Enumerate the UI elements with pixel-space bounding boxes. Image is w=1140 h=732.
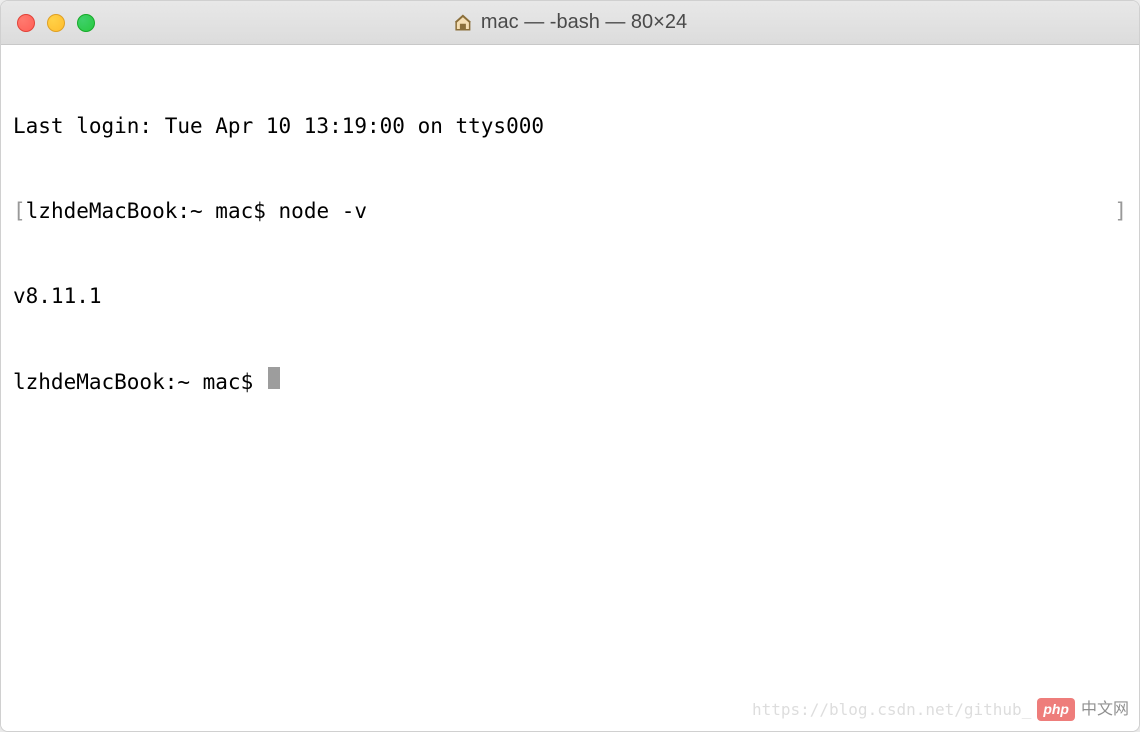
minimize-button[interactable] [47, 14, 65, 32]
cursor [268, 367, 280, 389]
terminal-line: Last login: Tue Apr 10 13:19:00 on ttys0… [13, 112, 1127, 140]
php-badge-icon: php [1037, 698, 1075, 721]
terminal-line: [lzhdeMacBook:~ mac$ node -v] [13, 197, 1127, 225]
window-title-area: mac — -bash — 80×24 [453, 11, 687, 34]
terminal-body[interactable]: Last login: Tue Apr 10 13:19:00 on ttys0… [1, 45, 1139, 731]
watermark: https://blog.csdn.net/github_ php 中文网 [752, 698, 1129, 721]
terminal-line: lzhdeMacBook:~ mac$ [13, 367, 1127, 396]
window-title: mac — -bash — 80×24 [481, 11, 687, 34]
output-text: v8.11.1 [13, 282, 102, 310]
traffic-lights [1, 14, 95, 32]
prompt-text: lzhdeMacBook:~ mac$ [26, 197, 279, 225]
titlebar[interactable]: mac — -bash — 80×24 [1, 1, 1139, 45]
terminal-line: v8.11.1 [13, 282, 1127, 310]
watermark-url: https://blog.csdn.net/github_ [752, 699, 1031, 721]
bracket-left: [ [13, 197, 26, 225]
terminal-window: mac — -bash — 80×24 Last login: Tue Apr … [0, 0, 1140, 732]
close-button[interactable] [17, 14, 35, 32]
watermark-cn: 中文网 [1081, 699, 1129, 721]
prompt-text: lzhdeMacBook:~ mac$ [13, 368, 266, 396]
bracket-right: ] [1114, 197, 1127, 225]
last-login-text: Last login: Tue Apr 10 13:19:00 on ttys0… [13, 112, 544, 140]
command-text: node -v [279, 197, 368, 225]
maximize-button[interactable] [77, 14, 95, 32]
home-icon [453, 13, 473, 33]
